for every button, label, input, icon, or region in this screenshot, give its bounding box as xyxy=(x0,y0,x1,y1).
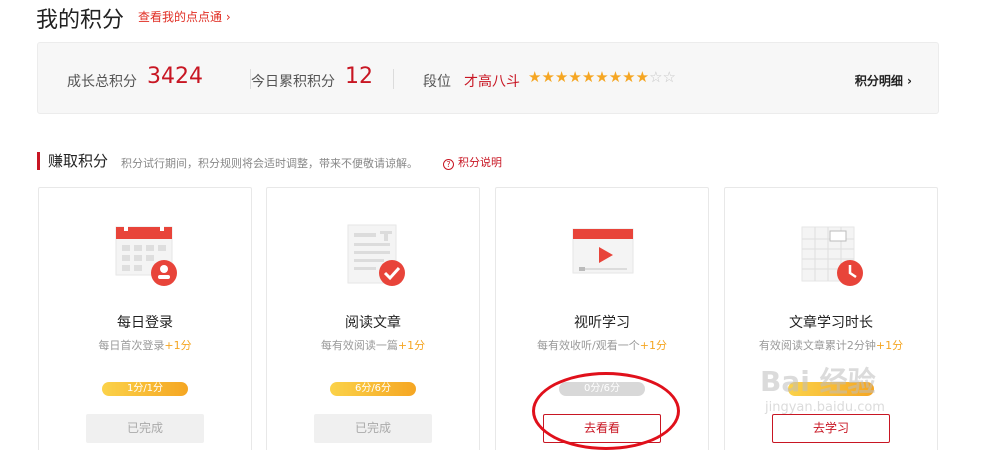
points-help-link[interactable]: ? 积分说明 xyxy=(443,154,502,170)
growth-points-value: 3424 xyxy=(147,64,203,89)
growth-points-label: 成长总积分 xyxy=(67,74,137,90)
rank-value: 才高八斗 xyxy=(464,74,520,90)
star-icon: ★ xyxy=(595,68,609,86)
points-help-label[interactable]: 积分说明 xyxy=(458,156,502,169)
task-card-audio-video: 视听学习 每有效收听/观看一个+1分 0分/6分 去看看 xyxy=(495,187,709,450)
star-icon: ★ xyxy=(568,68,582,86)
star-icon: ☆ xyxy=(649,68,663,86)
table-clock-icon xyxy=(801,226,863,286)
task-title: 视听学习 xyxy=(574,315,630,331)
view-dots-link[interactable]: 查看我的点点通 › xyxy=(138,8,231,25)
star-icon: ★ xyxy=(581,68,596,86)
task-title: 阅读文章 xyxy=(345,315,401,331)
rank-label: 段位 xyxy=(423,74,451,90)
task-desc-text: 有效阅读文章累计2分钟 xyxy=(758,339,876,352)
task-progress: 6分/6分 xyxy=(330,382,416,396)
task-reward: +1分 xyxy=(875,339,904,352)
video-play-icon xyxy=(572,228,634,274)
view-dots-label[interactable]: 查看我的点点通 xyxy=(138,10,222,24)
rank-stars: ★★★★★★★★★☆☆ xyxy=(528,68,676,86)
calendar-user-icon xyxy=(115,223,177,286)
star-icon: ★ xyxy=(608,68,623,86)
task-done-button[interactable]: 已完成 xyxy=(314,414,432,443)
task-desc: 有效阅读文章累计2分钟+1分 xyxy=(725,337,937,353)
earn-section-note: 积分试行期间，积分规则将会适时调整，带来不便敬请谅解。 xyxy=(121,157,418,170)
task-reward: +1分 xyxy=(397,339,426,352)
help-icon: ? xyxy=(443,159,454,170)
points-detail-link[interactable]: 积分明细 › xyxy=(855,72,912,89)
task-done-button[interactable]: 已完成 xyxy=(86,414,204,443)
page-title: 我的积分 xyxy=(36,8,125,33)
task-desc: 每有效收听/观看一个+1分 xyxy=(496,337,708,353)
task-desc-text: 每有效收听/观看一个 xyxy=(537,339,640,352)
task-title: 文章学习时长 xyxy=(789,315,873,331)
task-desc-text: 每日首次登录 xyxy=(98,339,165,352)
star-icon: ★ xyxy=(622,68,636,86)
summary-divider xyxy=(393,69,394,89)
star-icon: ★ xyxy=(528,68,542,86)
task-card-daily-login: 每日登录 每日首次登录+1分 1分/1分 已完成 xyxy=(38,187,252,450)
earn-section-title: 赚取积分 xyxy=(37,152,108,170)
watermark-logo: Bai 经验 xyxy=(760,365,876,398)
task-reward: +1分 xyxy=(639,339,667,352)
star-icon: ★ xyxy=(554,68,569,86)
task-progress: 1分/1分 xyxy=(102,382,188,396)
task-progress: 0分/6分 xyxy=(559,382,645,396)
go-study-button[interactable]: 去学习 xyxy=(772,414,890,443)
points-detail-label[interactable]: 积分明细 xyxy=(855,74,903,88)
star-icon: ★ xyxy=(541,68,555,86)
task-card-read-article: 阅读文章 每有效阅读一篇+1分 6分/6分 已完成 xyxy=(266,187,480,450)
task-title: 每日登录 xyxy=(117,315,173,331)
points-summary: 成长总积分 3424 今日累积积分 12 段位 才高八斗 ★★★★★★★★★☆☆… xyxy=(37,42,939,114)
watermark-url: jingyan.baidu.com xyxy=(765,400,885,415)
task-reward: +1分 xyxy=(164,339,192,352)
task-desc-text: 每有效阅读一篇 xyxy=(320,339,398,352)
star-icon: ☆ xyxy=(662,68,676,86)
today-points-label: 今日累积积分 xyxy=(251,74,335,90)
article-check-icon xyxy=(347,224,405,286)
task-desc: 每有效阅读一篇+1分 xyxy=(267,337,479,353)
today-points-value: 12 xyxy=(345,64,373,89)
star-icon: ★ xyxy=(635,68,650,86)
task-desc: 每日首次登录+1分 xyxy=(39,337,251,353)
go-watch-button[interactable]: 去看看 xyxy=(543,414,661,443)
